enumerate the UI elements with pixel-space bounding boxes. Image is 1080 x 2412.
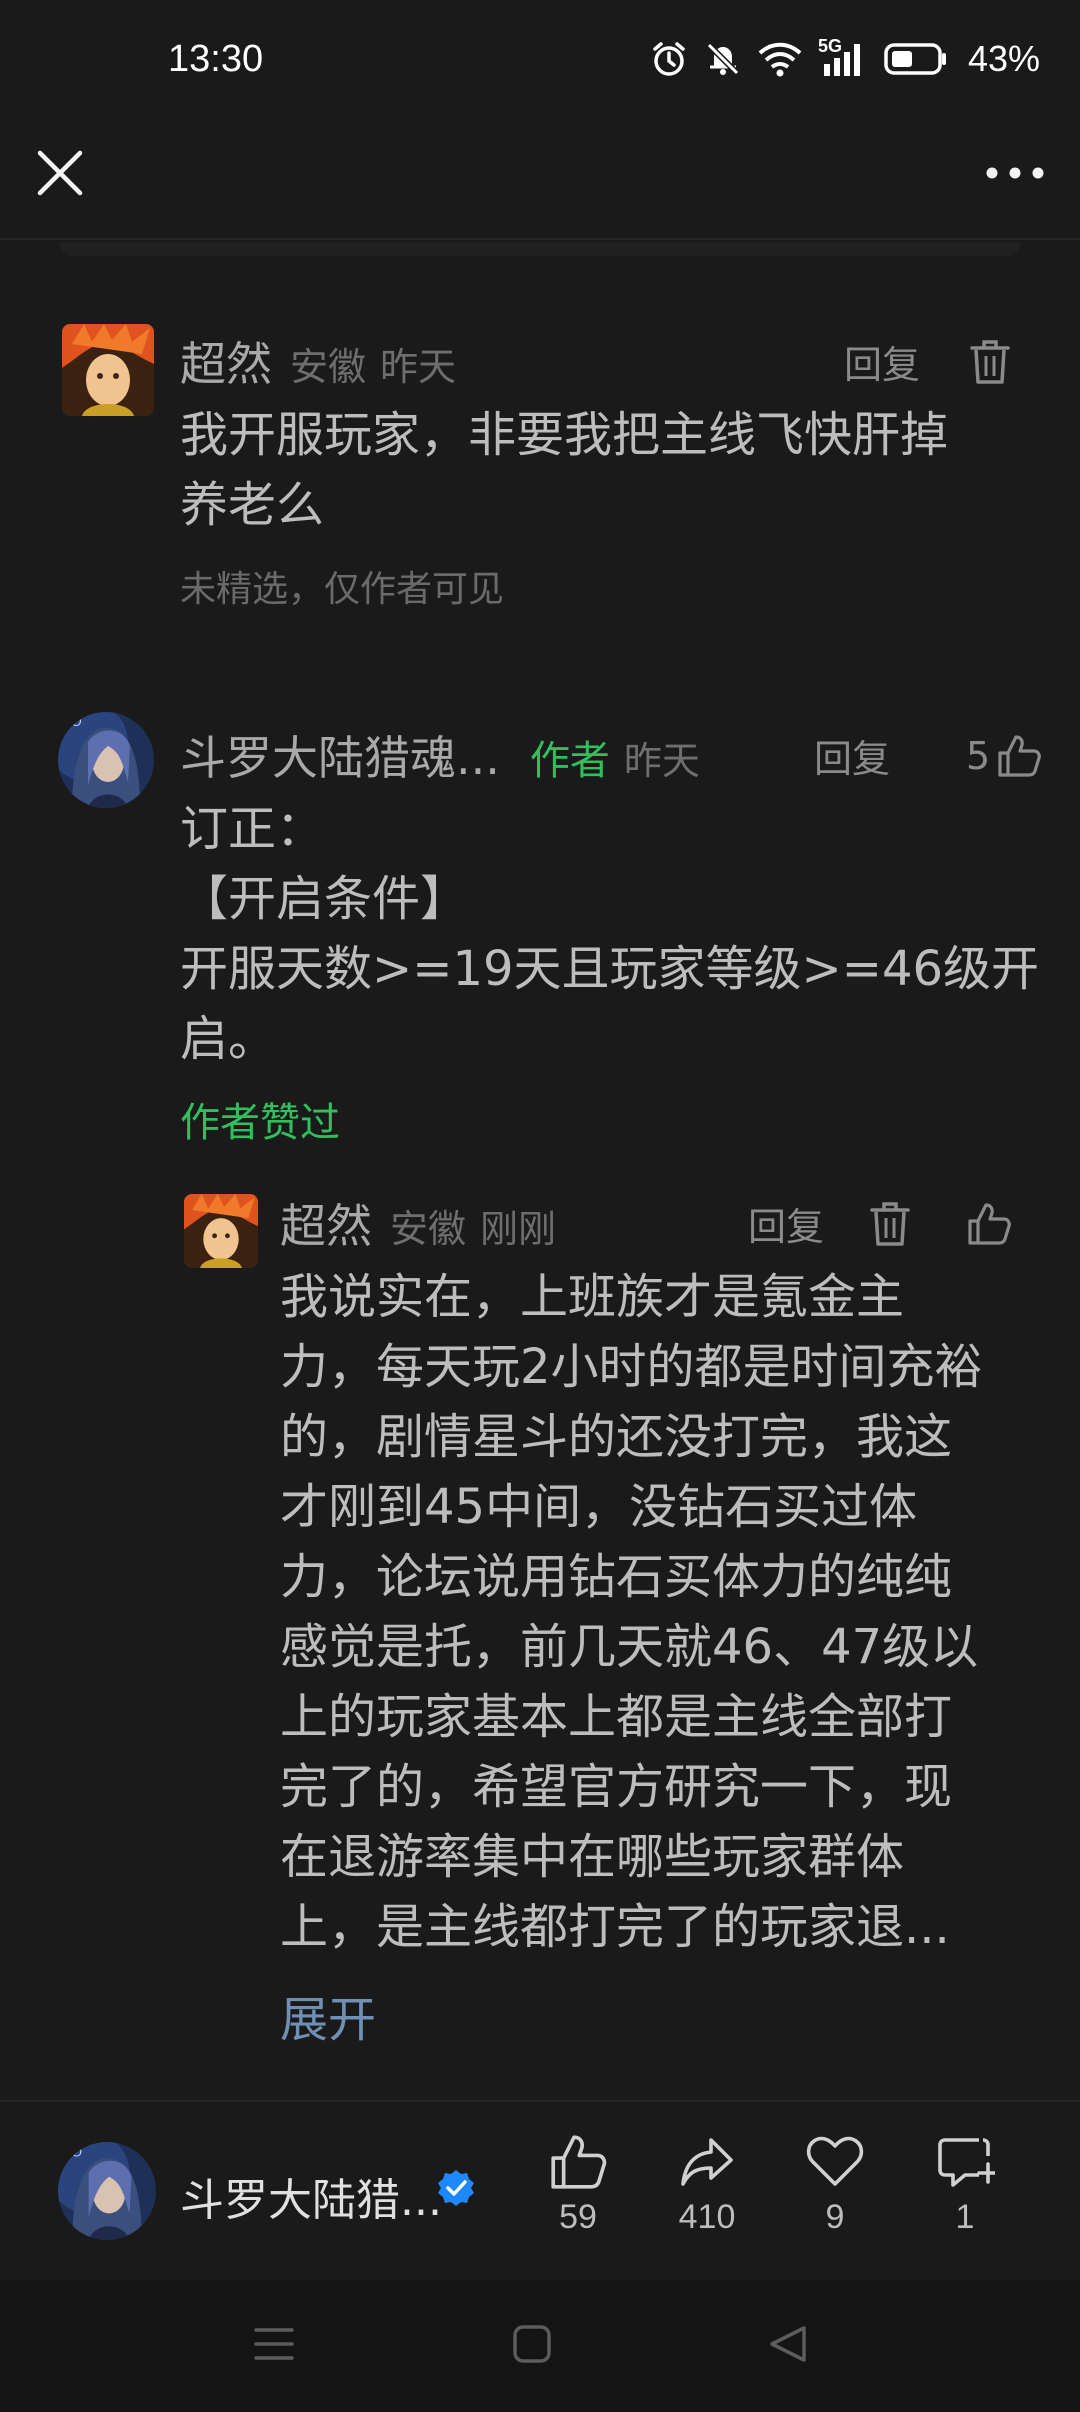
comment-line: 感觉是托，前几天就46、47级以 [280, 1619, 979, 1675]
heart-icon [806, 2136, 864, 2186]
share-icon [681, 2138, 733, 2186]
comment-actions: 回复 5 [814, 728, 1042, 783]
verified-badge-icon [438, 2170, 474, 2206]
thumbs-up-icon [551, 2135, 607, 2189]
comment-count: 1 [955, 2198, 975, 2236]
comment-body: 我开服玩家，非要我把主线飞快肝掉 养老么 [180, 400, 1020, 540]
comment-author[interactable]: 超然 [180, 328, 272, 394]
status-bar: 13:30 5G 43% [0, 0, 1080, 125]
svg-text:MO: MO [62, 2145, 82, 2159]
comment-time: 昨天 [380, 345, 457, 389]
comment-author[interactable]: 超然 [280, 1190, 372, 1256]
back-icon[interactable] [766, 2322, 810, 2366]
comment-line: 在退游率集中在哪些玩家群体 [280, 1829, 905, 1885]
mute-icon [706, 42, 740, 76]
trash-icon[interactable] [968, 338, 1012, 386]
comment-header: 超然 安徽 刚刚 [280, 1190, 556, 1256]
comment-time: 昨天 [623, 739, 700, 783]
comment-time: 刚刚 [480, 1207, 557, 1251]
battery-icon [884, 43, 946, 75]
close-icon [37, 150, 83, 196]
comment-actions: 回复 [844, 334, 1012, 389]
comment-line: 完了的，希望官方研究一下，现 [280, 1759, 953, 1815]
comment-location: 安徽 [390, 1207, 467, 1251]
top-header [0, 125, 1080, 240]
bottom-action-bar: MO 斗罗大陆猎... 59 410 9 1 [0, 2100, 1080, 2280]
share-count: 410 [678, 2198, 736, 2236]
menu-icon[interactable] [252, 2322, 296, 2366]
status-time: 13:30 [168, 38, 264, 80]
comment-body: 我说实在，上班族才是氪金主 力，每天玩2小时的都是时间充裕 的，剧情星斗的还没打… [280, 1262, 1040, 1962]
comment-line: 力，每天玩2小时的都是时间充裕 [280, 1339, 983, 1395]
comment-line: 【开启条件】 [180, 871, 469, 927]
scroll-edge [60, 242, 1020, 256]
thumbs-up-icon[interactable] [996, 733, 1042, 779]
comment-body: 订正： 【开启条件】 开服天数>=19天且玩家等级>=46级开 启。 [180, 794, 1040, 1074]
comment-line: 我开服玩家，非要我把主线飞快肝掉 [180, 407, 949, 463]
like-count: 5 [966, 733, 991, 778]
comment-line: 力，论坛说用钻石买体力的纯纯 [280, 1549, 953, 1605]
comment-add-icon [938, 2138, 995, 2187]
comment-header: 斗罗大陆猎魂... 作者 昨天 [180, 722, 700, 788]
reply-button[interactable]: 回复 [844, 334, 920, 389]
home-icon[interactable] [510, 2322, 554, 2366]
comment-button[interactable]: 1 [910, 2132, 1020, 2237]
comment-line: 启。 [180, 1011, 277, 1067]
comment-header: 超然 安徽 昨天 [180, 328, 456, 394]
comment-actions: 回复 [748, 1196, 1012, 1251]
comment-line: 才刚到45中间，没钻石买过体 [280, 1479, 918, 1535]
author-badge: 作者 [529, 738, 610, 784]
avatar[interactable] [62, 324, 154, 416]
author-avatar[interactable]: MO [58, 2142, 156, 2240]
comment-location: 安徽 [290, 345, 367, 389]
comment-line: 养老么 [180, 477, 325, 533]
wifi-icon [758, 42, 802, 77]
thumbs-up-icon[interactable] [966, 1201, 1012, 1247]
reply-button[interactable]: 回复 [814, 728, 890, 783]
comment-line: 订正： [180, 801, 325, 857]
visibility-note: 未精选，仅作者可见 [180, 569, 505, 610]
favorite-button[interactable]: 9 [780, 2132, 890, 2237]
system-nav-bar [0, 2280, 1080, 2412]
reply-button[interactable]: 回复 [748, 1196, 824, 1251]
avatar[interactable] [184, 1194, 258, 1268]
comment-line: 开服天数>=19天且玩家等级>=46级开 [180, 941, 1040, 997]
post-comments-page: 13:30 5G 43% 超然 安徽 昨天 回复 我开服玩家，非要我把主线飞快肝… [0, 0, 1080, 2412]
svg-text:MO: MO [62, 715, 81, 729]
alarm-icon [653, 42, 685, 76]
status-icons: 5G 43% [650, 36, 1040, 80]
close-button[interactable] [30, 143, 90, 203]
share-button[interactable]: 410 [652, 2132, 762, 2237]
comment-line: 的，剧情星斗的还没打完，我这 [280, 1409, 953, 1465]
more-button[interactable] [980, 143, 1050, 203]
like-count: 59 [559, 2198, 597, 2236]
avatar[interactable]: MO [58, 712, 154, 808]
favorite-count: 9 [825, 2198, 845, 2236]
expand-link[interactable]: 展开 [280, 1980, 376, 2050]
comment-author[interactable]: 斗罗大陆猎魂... [180, 722, 500, 788]
trash-icon[interactable] [868, 1200, 912, 1248]
battery-percent: 43% [967, 38, 1040, 79]
author-name[interactable]: 斗罗大陆猎... [180, 2164, 442, 2228]
signal-icon: 5G [818, 36, 868, 78]
like-button[interactable]: 59 [523, 2132, 633, 2237]
comment-line: 我说实在，上班族才是氪金主 [280, 1269, 905, 1325]
author-liked-note: 作者赞过 [180, 1100, 340, 1146]
comment-line: 上，是主线都打完了的玩家退... [280, 1899, 950, 1955]
more-icon [986, 167, 1044, 179]
comment-line: 上的玩家基本上都是主线全部打 [280, 1689, 953, 1745]
